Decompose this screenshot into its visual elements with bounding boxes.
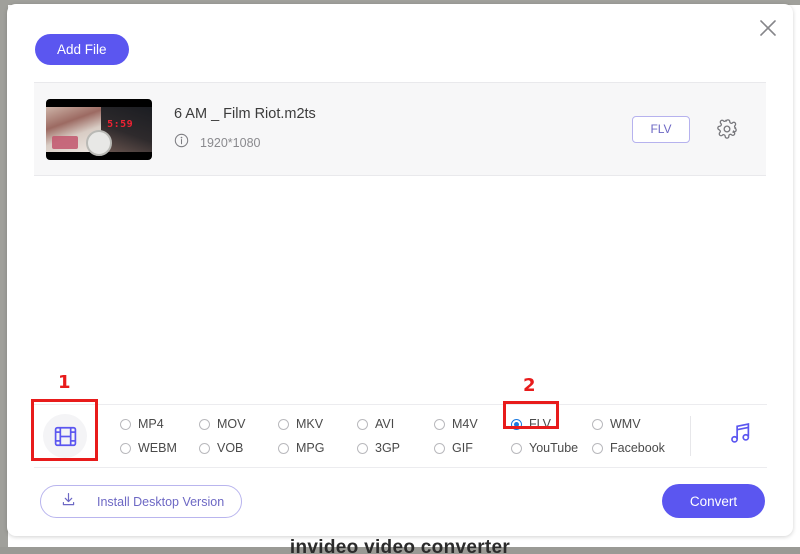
format-selector-bar: MP4 MOV MKV AVI M4V FLV WMV WEBM VOB MPG…	[34, 404, 767, 468]
radio-icon	[120, 442, 131, 454]
format-option-gif[interactable]: GIF	[434, 436, 511, 460]
add-file-button[interactable]: Add File	[35, 34, 129, 65]
annotation-number-1: 1	[58, 372, 71, 393]
format-option-mp4[interactable]: MP4	[120, 412, 199, 436]
format-option-label: WMV	[610, 417, 641, 431]
radio-icon	[120, 418, 131, 430]
radio-icon	[357, 418, 368, 430]
format-option-label: WEBM	[138, 441, 177, 455]
format-option-mpg[interactable]: MPG	[278, 436, 357, 460]
radio-icon	[434, 418, 445, 430]
annotation-number-2: 2	[523, 375, 536, 396]
output-format-button[interactable]: FLV	[632, 115, 690, 143]
format-option-m4v[interactable]: M4V	[434, 412, 511, 436]
gear-icon[interactable]	[716, 118, 738, 140]
film-strip-icon	[43, 414, 87, 458]
format-option-label: GIF	[452, 441, 473, 455]
radio-icon-selected	[511, 418, 522, 430]
radio-icon	[511, 442, 522, 454]
format-option-label: MKV	[296, 417, 324, 431]
radio-icon	[278, 442, 289, 454]
radio-icon	[357, 442, 368, 454]
format-option-label: MOV	[217, 417, 246, 431]
format-option-vob[interactable]: VOB	[199, 436, 278, 460]
format-option-youtube[interactable]: YouTube	[511, 436, 592, 460]
close-icon[interactable]	[756, 16, 780, 40]
format-option-3gp[interactable]: 3GP	[357, 436, 434, 460]
converter-dialog: Add File 5:59 6 AM _ Film Riot.m2ts 1920…	[7, 4, 793, 536]
radio-icon	[199, 442, 210, 454]
format-option-mkv[interactable]: MKV	[278, 412, 357, 436]
video-thumbnail: 5:59	[46, 98, 152, 160]
radio-icon	[592, 418, 603, 430]
file-details: 6 AM _ Film Riot.m2ts 1920*1080	[174, 106, 632, 153]
install-desktop-version-label: Install Desktop Version	[97, 494, 225, 509]
audio-type-tab[interactable]	[713, 420, 767, 452]
format-option-label: MP4	[138, 417, 164, 431]
format-option-label: 3GP	[375, 441, 401, 455]
file-list-row: 5:59 6 AM _ Film Riot.m2ts 1920*1080 FLV	[34, 82, 766, 176]
thumbnail-alarm-clock	[86, 129, 112, 156]
thumbnail-clock-digits: 5:59	[107, 118, 134, 130]
file-resolution-label: 1920*1080	[200, 135, 261, 150]
download-icon	[60, 491, 77, 513]
format-option-label: Facebook	[610, 441, 665, 455]
format-option-label: MPG	[296, 441, 325, 455]
format-option-flv[interactable]: FLV	[511, 412, 592, 436]
info-icon	[174, 133, 189, 153]
format-option-avi[interactable]: AVI	[357, 412, 434, 436]
format-bar-divider	[690, 416, 691, 456]
file-subline: 1920*1080	[174, 133, 632, 153]
install-desktop-version-button[interactable]: Install Desktop Version	[40, 485, 242, 518]
format-option-wmv[interactable]: WMV	[592, 412, 678, 436]
format-options-grid: MP4 MOV MKV AVI M4V FLV WMV WEBM VOB MPG…	[120, 412, 690, 460]
format-option-label: YouTube	[529, 441, 579, 455]
file-name-label: 6 AM _ Film Riot.m2ts	[174, 105, 316, 122]
radio-icon	[592, 442, 603, 454]
music-note-icon	[727, 420, 754, 452]
radio-icon	[434, 442, 445, 454]
convert-button[interactable]: Convert	[662, 484, 765, 518]
format-option-label: AVI	[375, 417, 395, 431]
radio-icon	[278, 418, 289, 430]
watermark-text: invideo video converter	[289, 538, 511, 554]
video-type-tab[interactable]	[34, 406, 96, 466]
format-option-label: FLV	[529, 417, 551, 431]
format-option-label: M4V	[452, 417, 478, 431]
format-option-facebook[interactable]: Facebook	[592, 436, 678, 460]
radio-icon	[199, 418, 210, 430]
format-option-mov[interactable]: MOV	[199, 412, 278, 436]
format-option-webm[interactable]: WEBM	[120, 436, 199, 460]
format-option-label: VOB	[217, 441, 244, 455]
